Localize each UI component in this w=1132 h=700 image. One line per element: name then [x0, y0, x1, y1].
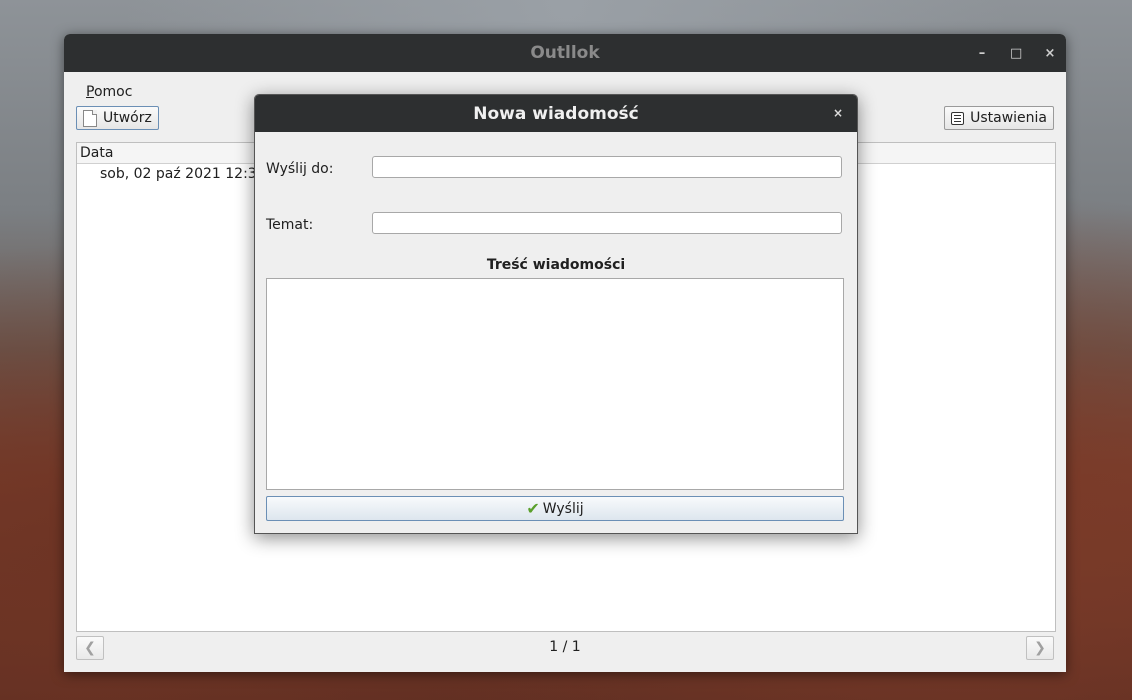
window-title: Outllok	[530, 43, 600, 63]
send-button[interactable]: ✔ Wyślij	[266, 496, 844, 521]
settings-list-icon	[951, 111, 965, 125]
maximize-button[interactable]: □	[1010, 46, 1022, 61]
recipient-input[interactable]	[372, 156, 842, 178]
message-body-label: Treść wiadomości	[486, 257, 626, 273]
checkmark-icon: ✔	[526, 499, 540, 518]
dialog-close-button[interactable]: ×	[833, 95, 843, 132]
minimize-button[interactable]: –	[976, 46, 988, 61]
create-button-label: Utwórz	[103, 110, 152, 126]
menu-help[interactable]: Pomoc	[86, 84, 132, 102]
send-button-label: Wyślij	[542, 500, 584, 517]
message-body-input[interactable]	[266, 278, 844, 490]
menu-help-label: omoc	[93, 84, 133, 100]
dialog-title-bar: Nowa wiadomość ×	[255, 95, 857, 132]
settings-button-label: Ustawienia	[970, 110, 1047, 126]
create-button[interactable]: Utwórz	[76, 106, 159, 130]
window-controls: – □ ×	[976, 34, 1056, 72]
new-document-icon	[83, 109, 97, 127]
menu-help-accelerator: P	[86, 84, 94, 100]
new-message-dialog: Nowa wiadomość × Wyślij do: Temat: Treść…	[254, 94, 858, 534]
page-indicator: 1 / 1	[549, 639, 581, 655]
subject-input[interactable]	[372, 212, 842, 234]
dialog-title: Nowa wiadomość	[473, 103, 639, 124]
close-button[interactable]: ×	[1044, 46, 1056, 61]
title-bar: Outllok – □ ×	[64, 34, 1066, 72]
recipient-label: Wyślij do:	[266, 161, 334, 177]
subject-label: Temat:	[266, 217, 314, 233]
pagination: ❮ 1 / 1 ❯	[76, 636, 1054, 660]
settings-button[interactable]: Ustawienia	[944, 106, 1054, 130]
next-page-button[interactable]: ❯	[1026, 636, 1054, 660]
